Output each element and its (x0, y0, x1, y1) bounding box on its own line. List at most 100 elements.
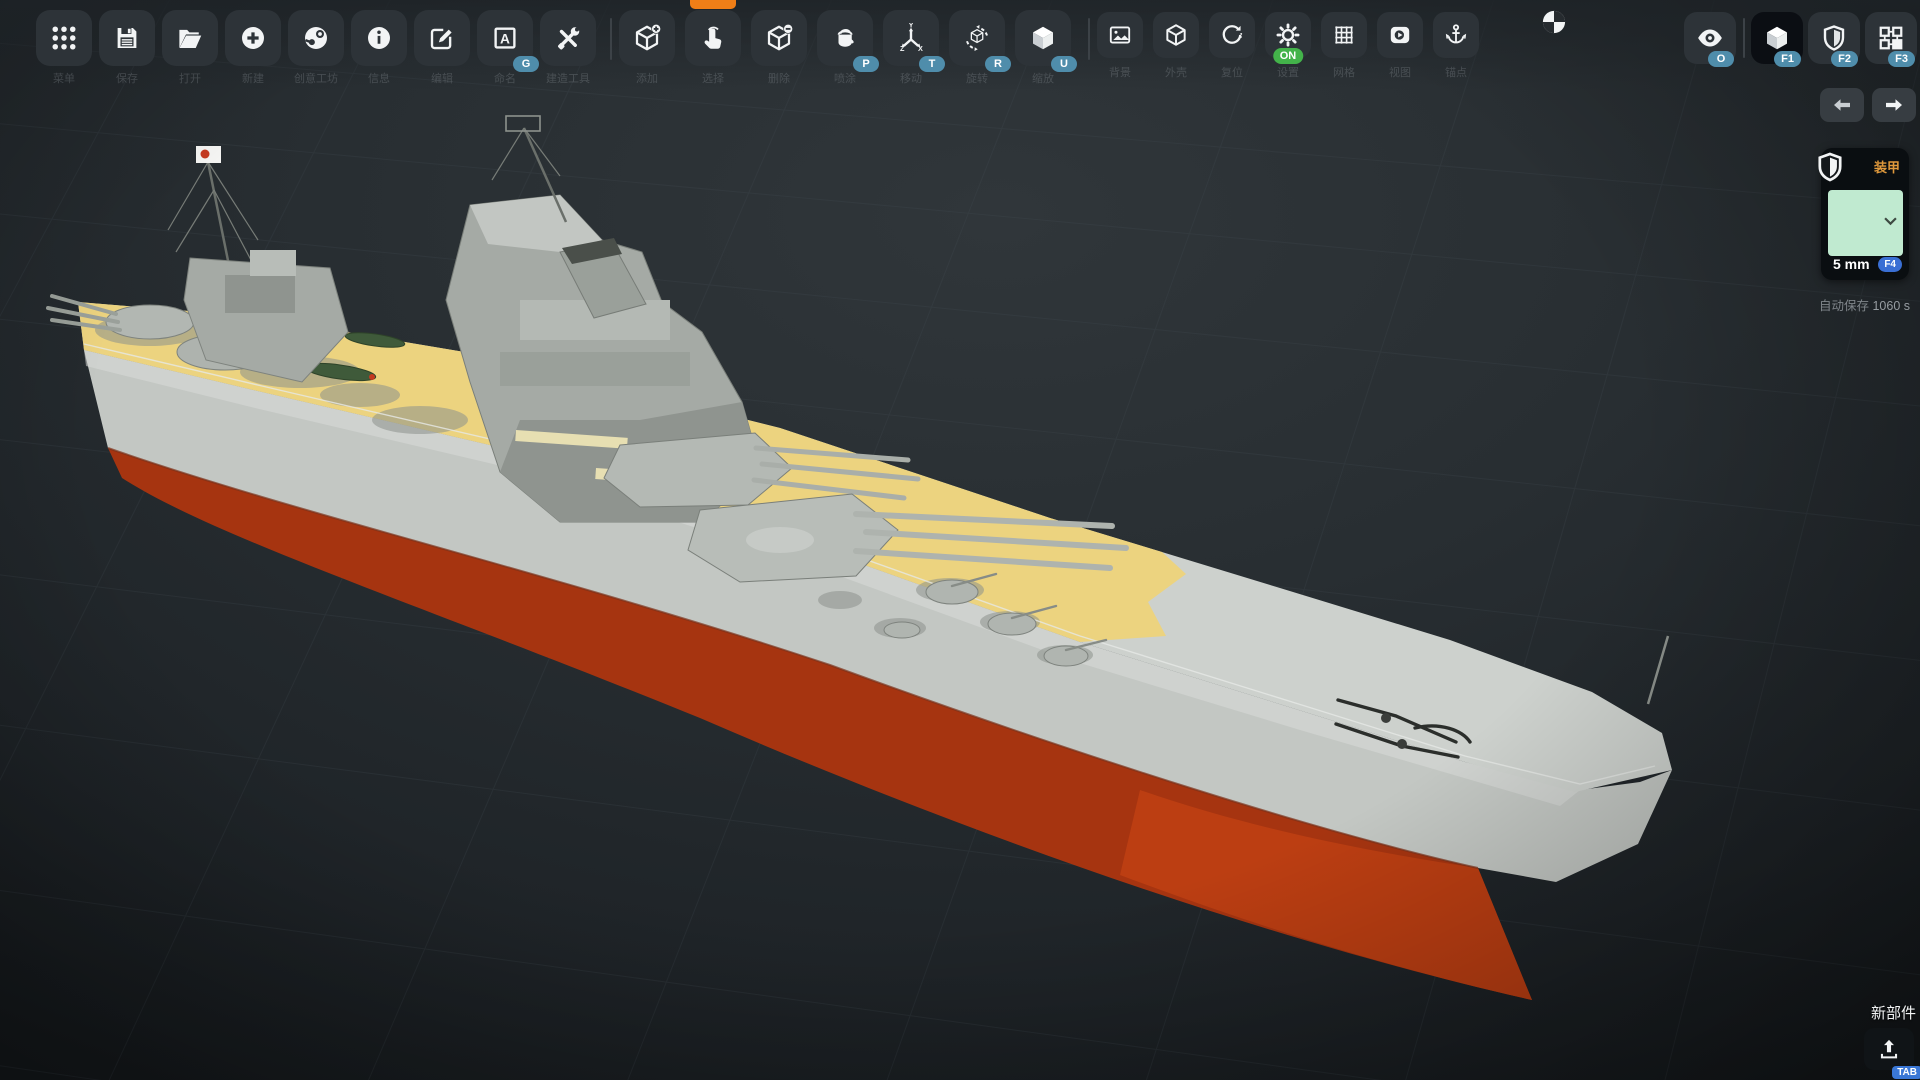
toolbar-button-hull-cube[interactable]: 外壳 (1153, 12, 1199, 58)
new-part-button[interactable]: TAB (1864, 1028, 1914, 1070)
armor-hotkey-badge: F4 (1878, 257, 1902, 272)
toolbar-button-edit[interactable]: 编辑 (414, 10, 470, 66)
hotkey-badge: F2 (1831, 51, 1858, 67)
toolbar-button-label: 缩放 (1032, 70, 1054, 86)
toolbar-button-background-image[interactable]: 背景 (1097, 12, 1143, 58)
toolbar-separator (610, 18, 612, 60)
view-mode-button-view-cube[interactable]: F1 (1751, 12, 1803, 64)
toolbar-button-label: 选择 (702, 70, 724, 86)
decal-text-icon: A (490, 23, 520, 53)
grid-menu-icon (49, 23, 79, 53)
armor-thickness-value: 5 mm (1833, 256, 1870, 272)
view-mode-button-armor-shield[interactable]: F2 (1808, 12, 1860, 64)
arrow-left-icon (1830, 93, 1854, 117)
redo-button[interactable] (1872, 88, 1916, 122)
hotkey-badge: R (985, 56, 1011, 72)
armor-shield-icon (1813, 150, 1847, 189)
hotkey-badge: P (853, 56, 879, 72)
toolbar-button-rotate-cube[interactable]: R旋转 (949, 10, 1005, 66)
toolbar-button-cube-add[interactable]: 添加 (619, 10, 675, 66)
toolbar-button-folder-open[interactable]: 打开 (162, 10, 218, 66)
toolbar-button-move-axes[interactable]: YZXT移动 (883, 10, 939, 66)
active-tool-indicator (690, 0, 736, 9)
toolbar-button-anchor[interactable]: 锚点 (1433, 12, 1479, 58)
toolbar-button-paint-bucket[interactable]: P喷涂 (817, 10, 873, 66)
modules-icon (1876, 23, 1906, 53)
toolbar-button-label: 视图 (1389, 64, 1411, 80)
toolbar-button-label: 信息 (368, 70, 390, 86)
armor-panel: 装甲 5 mm F4 (1821, 148, 1909, 280)
autosave-value: 1060 s (1872, 299, 1910, 313)
toolbar-button-save[interactable]: 保存 (99, 10, 155, 66)
hotkey-badge: F1 (1774, 51, 1801, 67)
save-icon (112, 23, 142, 53)
center-of-mass-icon (1540, 8, 1568, 36)
toolbar-button-label: 添加 (636, 70, 658, 86)
view-mode-button-modules[interactable]: F3 (1865, 12, 1917, 64)
toolbar-button-decal-text[interactable]: AG命名 (477, 10, 533, 66)
toolbar-button-label: 创意工坊 (294, 70, 338, 86)
anchor-icon (1443, 22, 1469, 48)
toolbar-button-scale-cube[interactable]: U缩放 (1015, 10, 1071, 66)
toolbar-button-label: 删除 (768, 70, 790, 86)
hotkey-badge: O (1708, 51, 1734, 67)
toolbar-button-label: 编辑 (431, 70, 453, 86)
view-cube-icon (1762, 23, 1792, 53)
toolbar-button-label: 打开 (179, 70, 201, 86)
toolbar-button-cube-remove[interactable]: 删除 (751, 10, 807, 66)
svg-text:Z: Z (900, 44, 905, 53)
hull-cube-icon (1163, 22, 1189, 48)
toolbar-main: 菜单保存打开新建创意工坊信息编辑AG命名建造工具添加选择删除P喷涂YZXT移动R… (36, 10, 1489, 66)
folder-open-icon (175, 23, 205, 53)
battleship-model[interactable] (0, 0, 1920, 1080)
toolbar-button-label: 移动 (900, 70, 922, 86)
toolbar-button-steam-workshop[interactable]: 创意工坊 (288, 10, 344, 66)
toolbar-button-label: 保存 (116, 70, 138, 86)
toolbar-button-grid-menu[interactable]: 菜单 (36, 10, 92, 66)
eye-icon (1695, 23, 1725, 53)
hotkey-badge: T (919, 56, 945, 72)
cube-add-icon (632, 23, 662, 53)
build-tools-icon (553, 23, 583, 53)
toolbar-button-label: 锚点 (1445, 64, 1467, 80)
armor-panel-title: 装甲 (1874, 157, 1900, 176)
info-icon (364, 23, 394, 53)
viewport-3d[interactable] (0, 0, 1920, 1080)
toolbar-view-modes: O F1 F2 F3 (1684, 12, 1920, 64)
arrow-right-icon (1882, 93, 1906, 117)
armor-shield-icon (1819, 23, 1849, 53)
autosave-label: 自动保存 (1819, 299, 1869, 313)
toolbar-button-reset-rotate[interactable]: 复位 (1209, 12, 1255, 58)
undo-button[interactable] (1820, 88, 1864, 122)
paint-bucket-icon (830, 23, 860, 53)
toolbar-button-settings-gear[interactable]: ON设置 (1265, 12, 1311, 58)
hotkey-badge: ON (1273, 48, 1304, 64)
settings-gear-icon (1275, 22, 1301, 48)
hotkey-badge: U (1051, 56, 1077, 72)
hand-select-icon (698, 23, 728, 53)
toolbar-button-label: 新建 (242, 70, 264, 86)
cube-remove-icon (764, 23, 794, 53)
toolbar-button-label: 建造工具 (546, 70, 590, 86)
rotate-cube-icon (962, 23, 992, 53)
new-part-label: 新部件 (1790, 1002, 1916, 1023)
up-arrow-tray-icon (1876, 1036, 1902, 1062)
toolbar-button-hand-select[interactable]: 选择 (685, 10, 741, 66)
toolbar-button-label: 菜单 (53, 70, 75, 86)
edit-icon (427, 23, 457, 53)
move-axes-icon: YZX (896, 23, 926, 53)
hotkey-badge: F3 (1888, 51, 1915, 67)
toolbar-button-label: 喷涂 (834, 70, 856, 86)
toolbar-button-info[interactable]: 信息 (351, 10, 407, 66)
steam-workshop-icon (301, 23, 331, 53)
toolbar-button-new[interactable]: 新建 (225, 10, 281, 66)
toolbar-button-label: 外壳 (1165, 64, 1187, 80)
armor-color-swatch[interactable] (1828, 190, 1903, 256)
toolbar-button-label: 命名 (494, 70, 516, 86)
toolbar-button-grid[interactable]: 网格 (1321, 12, 1367, 58)
toolbar-button-build-tools[interactable]: 建造工具 (540, 10, 596, 66)
view-mode-button-eye[interactable]: O (1684, 12, 1736, 64)
toolbar-button-viewport-display[interactable]: 视图 (1377, 12, 1423, 58)
toolbar-separator (1743, 18, 1745, 58)
toolbar-button-label: 旋转 (966, 70, 988, 86)
